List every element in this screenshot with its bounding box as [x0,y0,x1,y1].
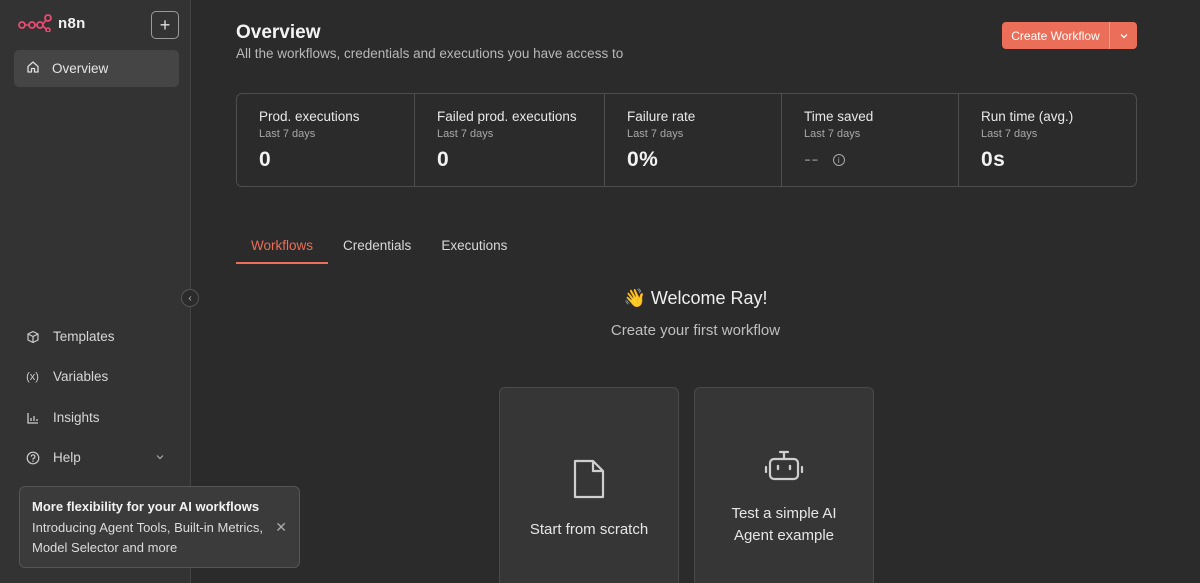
stat-period: Last 7 days [437,128,494,140]
logo[interactable]: n8n [18,14,86,32]
page-title: Overview [236,22,321,43]
stat-name: Failed prod. executions [437,109,577,124]
create-options-button[interactable] [1109,22,1137,49]
stat-period: Last 7 days [259,128,316,140]
stat-value-row: -- i [804,148,936,172]
robot-icon [764,448,804,489]
sidebar-item-label: Insights [53,410,100,425]
stat-period: Last 7 days [627,128,684,140]
card-label: Start from scratch [529,521,649,538]
sidebar-item-label: Templates [53,329,115,344]
card-label: Test a simple AI Agent example [731,505,837,544]
stat-name: Time saved [804,109,874,124]
app-name: n8n [58,14,86,32]
stat-value: -- [804,148,819,171]
info-icon[interactable]: i [833,154,845,166]
ai-agent-example-card[interactable]: Test a simple AI Agent example [694,387,874,583]
tab-bar: Workflows Credentials Executions [236,230,522,264]
sidebar-item-templates[interactable]: Templates [25,329,165,344]
page-subtitle: All the workflows, credentials and execu… [236,46,624,61]
main-content: Overview All the workflows, credentials … [191,0,1200,583]
home-icon [26,60,40,77]
stat-period: Last 7 days [981,128,1038,140]
stat-failed-executions[interactable]: Failed prod. executions Last 7 days 0 [415,94,605,186]
stat-value: 0% [627,148,659,171]
stat-run-time[interactable]: Run time (avg.) Last 7 days 0s [959,94,1136,186]
stat-value: 0 [259,148,272,171]
stat-name: Prod. executions [259,109,360,124]
start-from-scratch-card[interactable]: Start from scratch [499,387,679,583]
chart-icon [25,410,40,425]
tab-executions[interactable]: Executions [426,230,522,264]
welcome-title: 👋 Welcome Ray! [623,288,768,308]
n8n-logo-icon [18,14,52,32]
help-icon [25,450,40,465]
stats-panel: Prod. executions Last 7 days 0 Failed pr… [236,93,1137,187]
tab-workflows[interactable]: Workflows [236,230,329,264]
sidebar-item-help[interactable]: Help [25,450,165,465]
tab-credentials[interactable]: Credentials [328,230,426,264]
sidebar-item-label: Variables [53,369,109,384]
new-item-button[interactable]: + [151,11,179,39]
sidebar-item-overview[interactable]: Overview [14,50,179,87]
stat-name: Run time (avg.) [981,109,1074,124]
box-icon [25,329,40,344]
chevron-down-icon [1120,33,1127,38]
stat-value: 0 [437,148,450,171]
stat-prod-executions[interactable]: Prod. executions Last 7 days 0 [237,94,415,186]
file-icon [571,458,607,505]
stat-value: 0s [981,148,1006,171]
stat-failure-rate[interactable]: Failure rate Last 7 days 0% [605,94,782,186]
create-workflow-button[interactable]: Create Workflow [1002,22,1137,49]
stat-time-saved[interactable]: Time saved Last 7 days -- i [782,94,959,186]
create-workflow-label: Create Workflow [1011,28,1100,43]
sidebar-item-label: Help [53,450,81,465]
variables-icon: (x) [26,370,39,383]
chevron-down-icon [155,450,165,465]
stat-period: Last 7 days [804,128,861,140]
sidebar-item-variables[interactable]: (x) Variables [25,369,165,384]
sidebar-item-insights[interactable]: Insights [25,410,165,425]
welcome-subtitle: Create your first workflow [610,322,781,339]
sidebar-item-label: Overview [52,61,109,76]
stat-name: Failure rate [627,109,696,124]
